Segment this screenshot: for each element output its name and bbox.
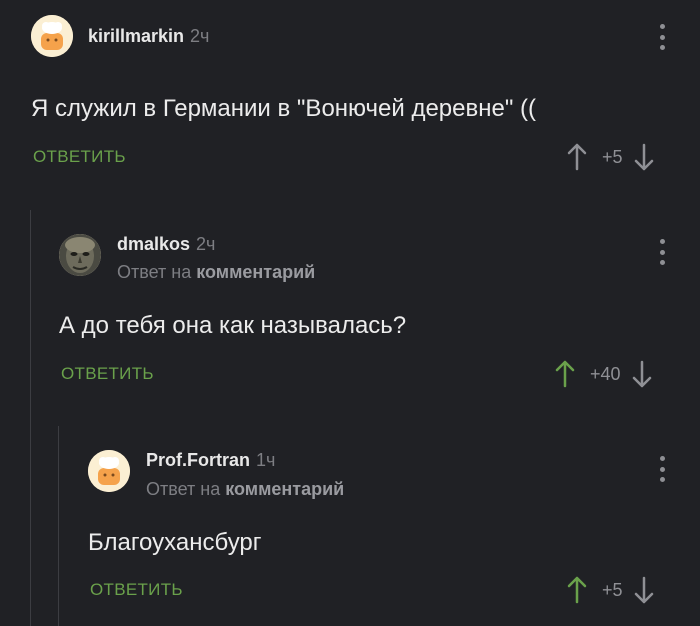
username-text[interactable]: Prof.Fortran bbox=[146, 450, 250, 470]
reply-button[interactable]: ОТВЕТИТЬ bbox=[90, 580, 183, 600]
comment-text: Благоухансбург bbox=[88, 529, 262, 556]
comment-time: 1ч bbox=[256, 450, 276, 470]
username[interactable]: Prof.Fortran 1ч bbox=[146, 450, 275, 471]
avatar[interactable] bbox=[88, 450, 130, 492]
vote-controls: +5 bbox=[566, 575, 655, 605]
upvote-arrow-icon[interactable] bbox=[566, 575, 588, 605]
reply-to-link[interactable]: комментарий bbox=[225, 479, 344, 499]
downvote-arrow-icon[interactable] bbox=[633, 575, 655, 605]
comment: Prof.Fortran 1ч Ответ на комментарий Благ… bbox=[0, 0, 700, 626]
score: +5 bbox=[602, 579, 623, 600]
reply-to-prefix: Ответ на bbox=[146, 479, 221, 499]
reply-to-info: Ответ на комментарий bbox=[146, 479, 344, 500]
more-options-icon[interactable] bbox=[658, 456, 666, 482]
default-chef-avatar-icon bbox=[88, 450, 130, 492]
